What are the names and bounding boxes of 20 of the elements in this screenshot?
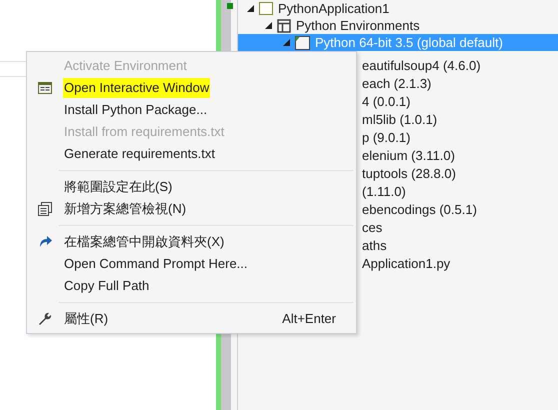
wrench-icon <box>38 312 52 326</box>
menu-item[interactable]: 屬性(R) Alt+Enter <box>27 308 356 330</box>
menu-item[interactable]: Copy Full Path <box>27 275 356 297</box>
menu-item[interactable]: Open Command Prompt Here... <box>27 253 356 275</box>
expanded-arrow-icon[interactable] <box>265 22 272 29</box>
menu-item[interactable]: Generate requirements.txt <box>27 143 356 165</box>
expanded-arrow-icon[interactable] <box>247 5 254 12</box>
menu-item[interactable]: Open Interactive Window <box>27 77 356 99</box>
console-window-icon <box>38 82 52 94</box>
new-view-icon <box>38 202 52 216</box>
curved-arrow-icon <box>38 236 52 248</box>
menu-item[interactable]: 將範圍設定在此(S) <box>27 176 356 198</box>
menu-item[interactable]: 新增方案總管檢視(N) <box>27 198 356 220</box>
tree-item[interactable]: Python Environments <box>238 17 558 34</box>
menu-item[interactable]: Install Python Package... <box>27 99 356 121</box>
expanded-arrow-icon[interactable] <box>283 39 290 46</box>
position-marker-icon <box>227 3 233 9</box>
menu-item[interactable]: 在檔案總管中開啟資料夾(X) <box>27 231 356 253</box>
panel-layout-icon <box>277 18 291 32</box>
tree-item[interactable]: PythonApplication1 <box>238 0 558 17</box>
